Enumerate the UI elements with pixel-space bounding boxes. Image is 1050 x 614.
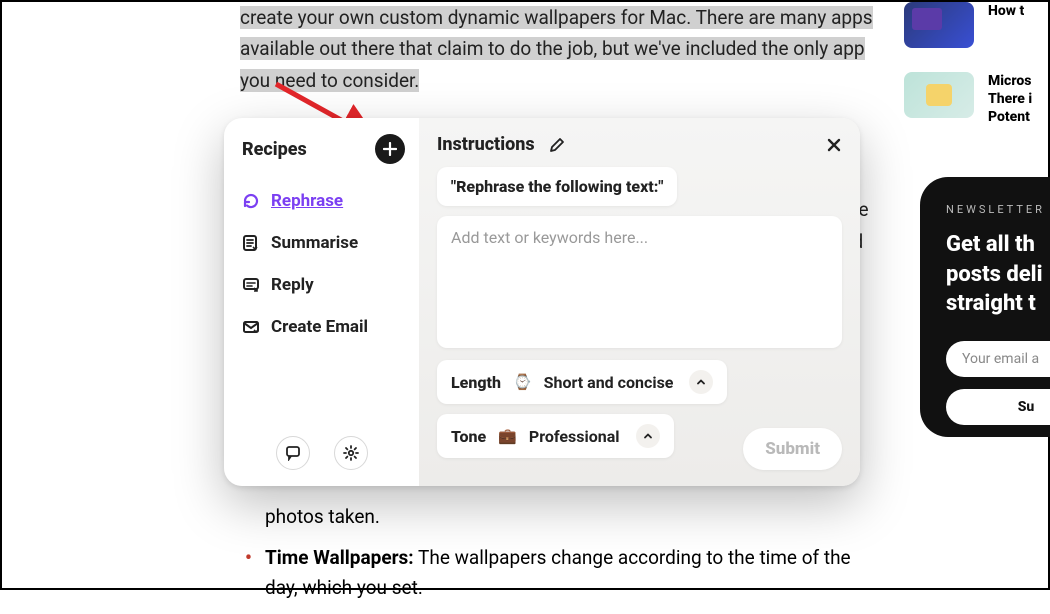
length-value: Short and concise [544,373,674,392]
email-icon [242,318,260,336]
reply-icon [242,276,260,294]
article-body: create your own custom dynamic wallpaper… [240,2,880,96]
watch-icon: ⌚ [513,373,532,391]
text-input[interactable]: Add text or keywords here... [437,216,842,348]
prompt-chip[interactable]: "Rephrase the following text:" [437,167,677,206]
selected-text: create your own custom dynamic wallpaper… [240,6,873,92]
related-article[interactable]: How t [904,2,1050,48]
newsletter-title: Get all th posts deli straight t [946,230,1050,319]
list-item-label: Time Wallpapers: [265,546,414,569]
feedback-button[interactable] [276,436,310,470]
length-option[interactable]: Length ⌚ Short and concise [437,360,727,404]
recipe-item-rephrase[interactable]: Rephrase [224,180,419,222]
gear-icon [343,445,359,461]
recipes-footer [224,424,419,486]
tone-option[interactable]: Tone 💼 Professional [437,414,674,458]
tone-label: Tone [451,427,486,446]
recipe-label: Create Email [271,317,368,337]
chevron-up-icon [689,370,713,394]
list-item-fragment: photos taken. [265,502,885,531]
article-thumbnail [904,72,974,118]
rephrase-icon [242,192,260,210]
add-recipe-button[interactable] [375,134,405,164]
settings-button[interactable] [334,436,368,470]
briefcase-icon: 💼 [498,427,517,445]
close-button[interactable] [826,137,842,153]
newsletter-label: NEWSLETTER [946,203,1050,216]
subscribe-button[interactable]: Su [946,389,1050,425]
recipe-label: Rephrase [271,191,343,211]
edit-button[interactable] [549,137,565,153]
recipe-list: Rephrase Summarise Reply Create Email [224,174,419,424]
recipe-label: Reply [271,275,314,295]
instructions-title: Instructions [437,134,535,155]
recipes-title: Recipes [242,139,307,160]
submit-button[interactable]: Submit [743,428,842,470]
related-article[interactable]: Micros There i Potent [904,72,1050,127]
pencil-icon [549,137,565,153]
article-thumbnail [904,2,974,48]
email-input[interactable]: Your email a [946,341,1050,377]
length-label: Length [451,373,501,392]
plus-icon [383,142,397,156]
recipe-item-summarise[interactable]: Summarise [224,222,419,264]
instructions-panel: Instructions "Rephrase the following tex… [419,118,860,486]
newsletter-box: NEWSLETTER Get all th posts deli straigh… [920,177,1050,437]
recipe-label: Summarise [271,233,358,253]
recipes-header: Recipes [224,118,419,174]
close-icon [826,137,842,153]
list-item: Time Wallpapers: The wallpapers change a… [265,543,885,602]
article-title: Micros There i Potent [988,72,1032,127]
instructions-header: Instructions [437,134,842,155]
article-title: How t [988,2,1024,48]
recipe-item-reply[interactable]: Reply [224,264,419,306]
chat-icon [285,445,301,461]
recipes-popup: Recipes Rephrase Summarise [224,118,860,486]
summarise-icon [242,234,260,252]
recipes-sidebar: Recipes Rephrase Summarise [224,118,419,486]
recipe-item-create-email[interactable]: Create Email [224,306,419,348]
related-sidebar: How t Micros There i Potent [904,2,1050,151]
tone-value: Professional [529,427,620,446]
chevron-up-icon [636,424,660,448]
article-list: photos taken. Time Wallpapers: The wallp… [265,502,885,614]
